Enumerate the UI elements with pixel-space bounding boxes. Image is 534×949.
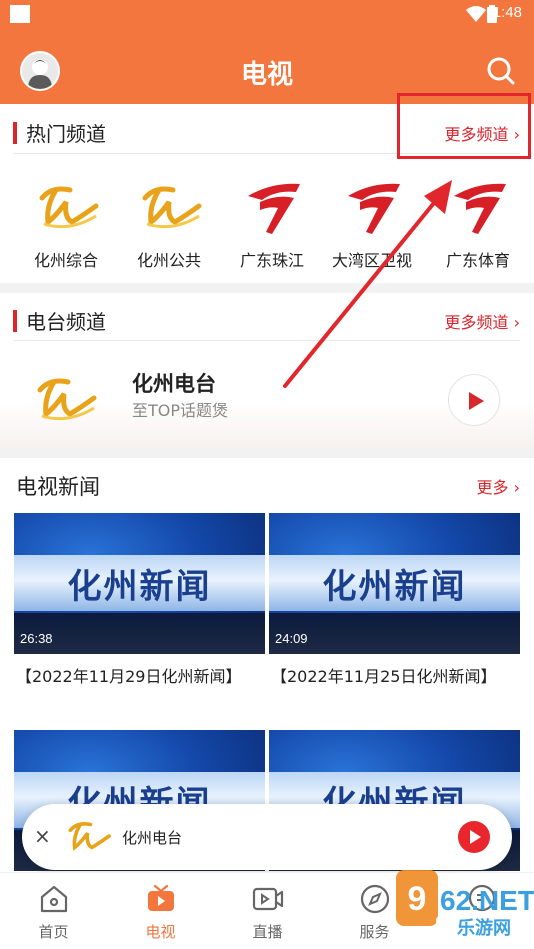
video-duration: 26:38 (20, 631, 53, 646)
highlight-box (397, 93, 531, 159)
channel-name: 大湾区卫视 (331, 251, 412, 270)
live-icon (252, 887, 284, 911)
thumb-title: 化州新闻 (67, 567, 212, 607)
section-marker (13, 122, 17, 144)
radio-item[interactable]: 化州电台 至TOP话题煲 (0, 344, 534, 448)
channel-name: 广东珠江 (239, 251, 304, 270)
watermark-logo: 9 62.NET 乐游网 (396, 870, 534, 940)
news-caption: 【2022年11月25日化州新闻】 (271, 667, 497, 686)
compass-icon (360, 884, 390, 914)
gdtv-logo-icon (348, 183, 400, 234)
nav-home[interactable]: 首页 (0, 873, 107, 949)
channel-name: 化州公共 (136, 251, 201, 270)
page-title: 电视 (240, 60, 293, 90)
status-bar: 1:48 (0, 0, 534, 30)
app-header: 1:48 电视 (0, 0, 534, 104)
news-caption: 【2022年11月29日化州新闻】 (16, 667, 242, 686)
video-duration: 24:09 (275, 631, 308, 646)
nav-label: 首页 (38, 923, 69, 941)
hz-logo-icon (39, 186, 99, 229)
hz-logo-icon (142, 186, 202, 229)
notification-icon (10, 5, 30, 23)
nav-label: 直播 (252, 923, 283, 941)
news-card[interactable]: 化州新闻 26:38 【2022年11月29日化州新闻】 (14, 513, 265, 703)
radio-channels-header: 电台频道 更多频道 › (0, 294, 534, 342)
thumb-title: 化州新闻 (322, 567, 467, 607)
channel-name: 广东体育 (445, 251, 510, 270)
hz-logo-icon (37, 378, 97, 421)
play-button[interactable] (448, 374, 500, 426)
section-gap (0, 448, 534, 458)
more-news-link[interactable]: 更多 › (477, 474, 521, 498)
section-gap (0, 283, 534, 293)
mini-player-title: 化州电台 (122, 829, 183, 847)
section-title: 电视新闻 (16, 475, 100, 499)
news-card[interactable]: 化州新闻 24:09 【2022年11月25日化州新闻】 (269, 513, 520, 703)
gdtv-logo-icon (248, 183, 300, 234)
svg-text:9: 9 (408, 880, 427, 918)
channel-item[interactable]: 化州综合 (14, 176, 118, 276)
video-thumbnail: 化州新闻 24:09 (269, 513, 520, 654)
section-title: 热门频道 (26, 122, 106, 146)
divider (14, 340, 520, 341)
video-thumbnail: 化州新闻 26:38 (14, 513, 265, 654)
radio-subtitle: 至TOP话题煲 (132, 401, 229, 420)
channel-item[interactable]: 广东珠江 (220, 176, 324, 276)
wifi-icon (466, 6, 486, 22)
play-icon (470, 830, 481, 844)
watermark-text: 乐游网 (457, 917, 511, 939)
play-icon (469, 392, 484, 410)
mini-player[interactable]: × 化州电台 (22, 804, 512, 870)
section-marker (13, 310, 17, 332)
svg-text:62.NET: 62.NET (440, 885, 534, 916)
close-icon[interactable]: × (34, 824, 51, 848)
section-title: 电台频道 (26, 310, 106, 334)
channel-name: 化州综合 (33, 251, 98, 270)
tv-icon (148, 884, 174, 911)
gdtv-logo-icon (454, 183, 506, 234)
nav-label: 电视 (145, 923, 176, 941)
home-icon (40, 885, 68, 913)
channel-item[interactable]: 大湾区卫视 (320, 176, 424, 276)
channel-item[interactable]: 化州公共 (117, 176, 221, 276)
search-icon[interactable] (486, 56, 516, 86)
nav-tv[interactable]: 电视 (107, 873, 214, 949)
radio-name: 化州电台 (132, 372, 216, 396)
mini-play-button[interactable] (458, 821, 490, 853)
channel-item[interactable]: 广东体育 (426, 176, 530, 276)
more-radio-link[interactable]: 更多频道 › (445, 309, 521, 333)
hz-logo-icon (68, 821, 111, 851)
status-time: 1:48 (492, 4, 522, 21)
nav-live[interactable]: 直播 (214, 873, 321, 949)
